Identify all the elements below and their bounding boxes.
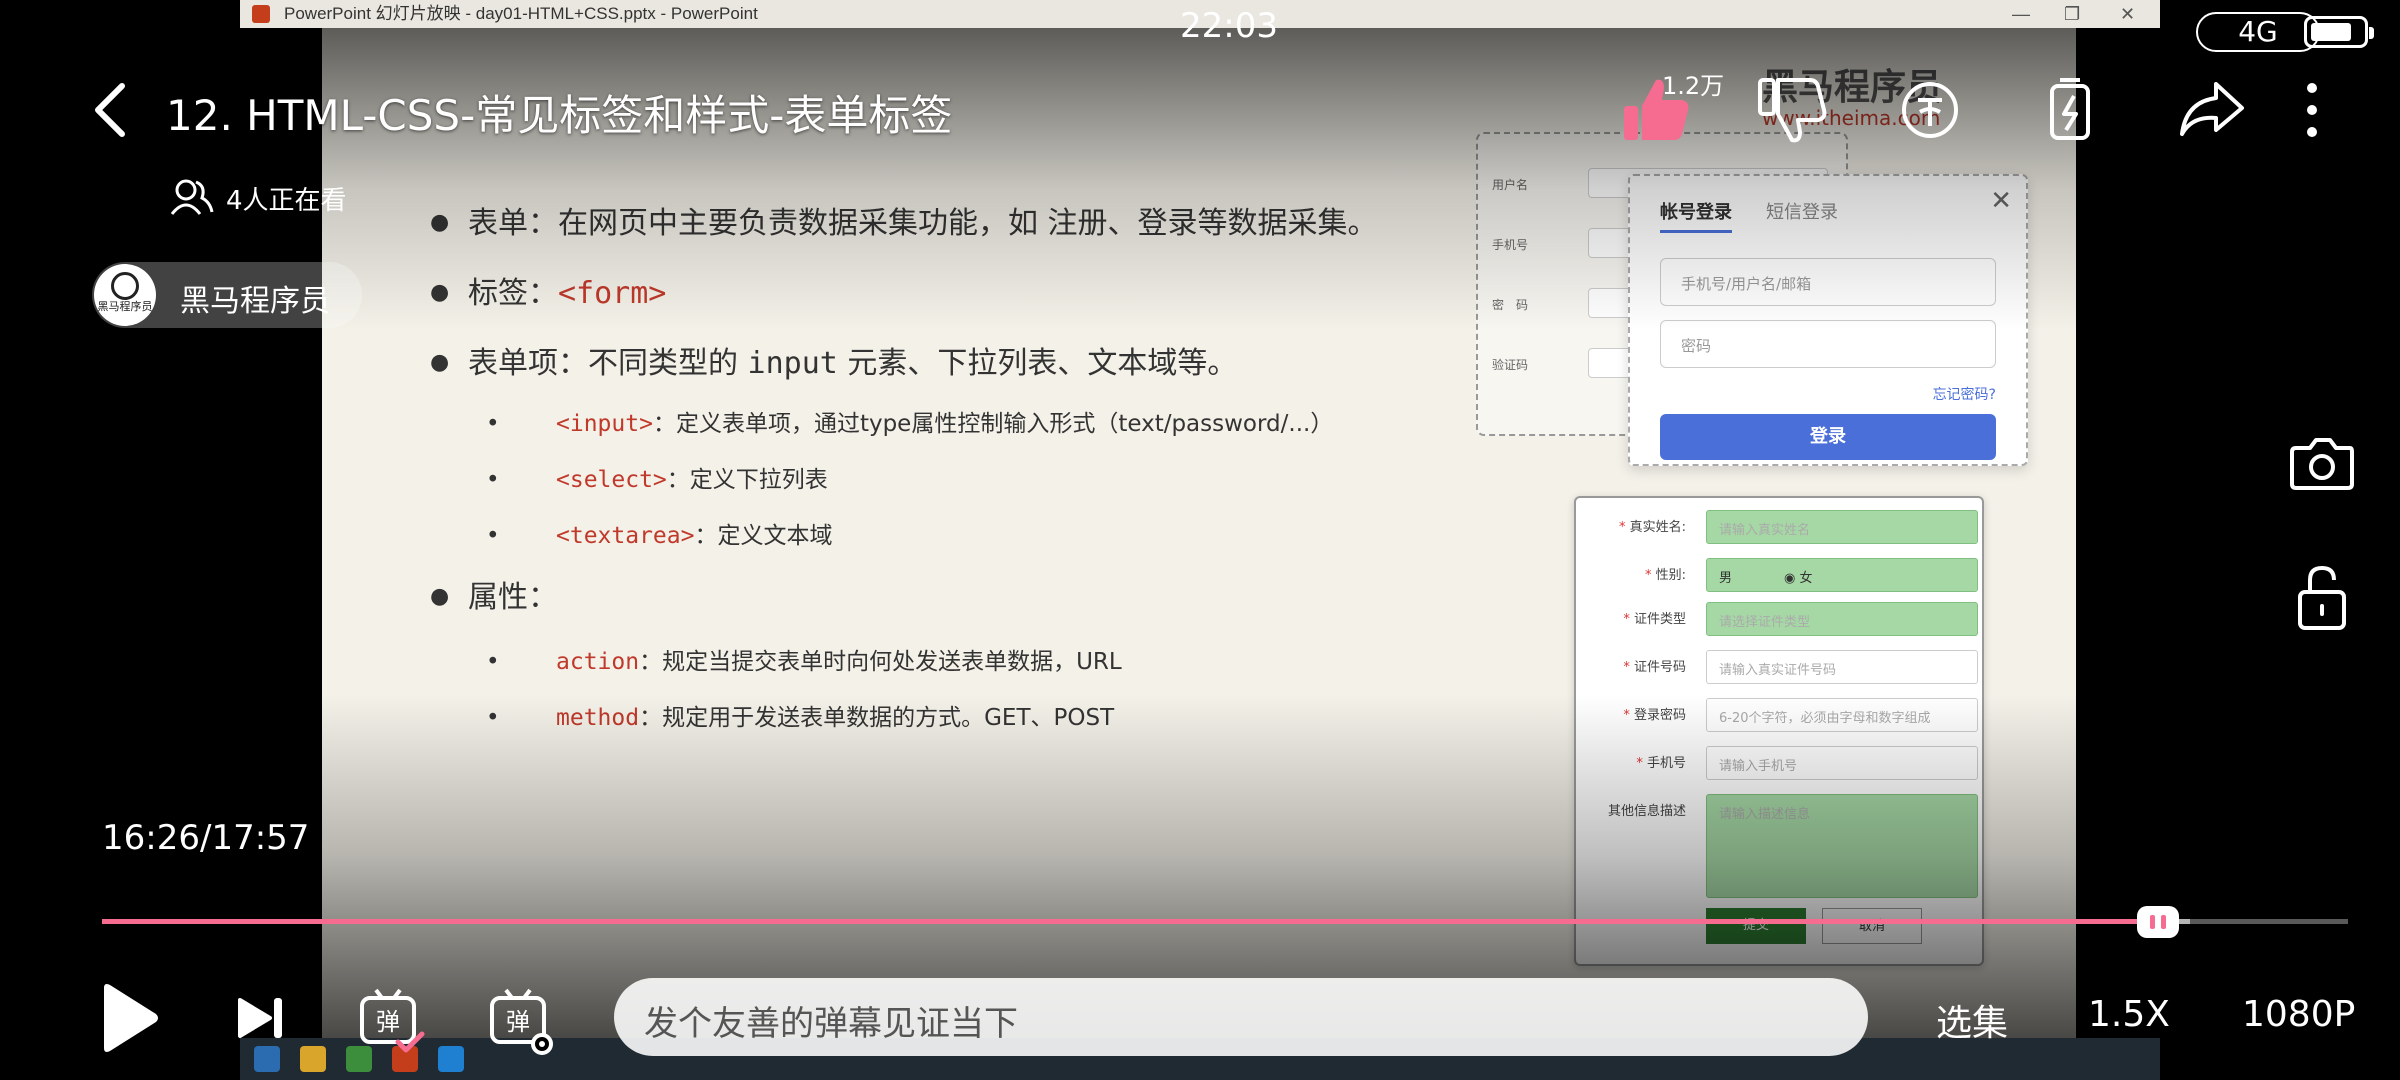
next-icon (238, 998, 282, 1038)
coin-button[interactable] (1892, 72, 1972, 148)
screenshot-button[interactable] (2264, 406, 2380, 522)
form-row: * 证件类型 请选择证件类型 (1576, 598, 1982, 638)
login-button: 登录 (1660, 414, 1996, 460)
form-row: * 手机号 请输入手机号 (1576, 742, 1982, 782)
danmaku-settings-icon: 弹 (490, 988, 553, 1055)
sub-bullet-input: <input>：定义表单项，通过type属性控制输入形式（text/passwo… (486, 404, 1333, 438)
share-button[interactable] (2172, 72, 2252, 148)
dislike-button[interactable] (1752, 72, 1832, 148)
avatar[interactable]: 黑马程序员 (94, 264, 156, 326)
tab-sms-login: 短信登录 (1766, 202, 1838, 223)
close-icon: ✕ (2120, 4, 2136, 24)
share-icon (2180, 82, 2244, 136)
sub-bullet-action: action：规定当提交表单时向何处发送表单数据，URL (486, 642, 1122, 676)
login-form-example: 帐号登录 短信登录 ✕ 手机号/用户名/邮箱 密码 忘记密码? 登录 (1628, 174, 2028, 466)
password-field: 密码 (1660, 320, 1996, 368)
progress-thumb[interactable] (2137, 906, 2180, 938)
battery-icon (2304, 16, 2374, 48)
danmaku-toggle-icon: 弹 (360, 988, 425, 1053)
progress-fill (102, 919, 2159, 924)
network-badge: 4G (2196, 12, 2320, 52)
info-form-example: * 真实姓名: 请输入真实姓名 * 性别: 男 ◉ 女 * 证件类型 请选择证件类型 … (1574, 496, 1984, 966)
danmaku-input[interactable]: 发个友善的弹幕见证当下 (614, 978, 1868, 1056)
sub-bullet-method: method：规定用于发送表单数据的方式。GET、POST (486, 698, 1114, 732)
slide: 黑马程序员 www.itheima.com 表单：在网页中主要负责数据采集功能，… (322, 28, 2076, 1038)
sub-bullet-select: <select>：定义下拉列表 (486, 460, 828, 494)
form-cancel-button: 取消 (1822, 908, 1922, 944)
register-label: 用户名 (1492, 178, 1529, 192)
more-button[interactable] (2292, 72, 2332, 148)
svg-text:弹: 弹 (376, 1008, 400, 1036)
forgot-password-link: 忘记密码? (1932, 387, 1996, 403)
charge-icon (2050, 78, 2090, 140)
video-frame[interactable]: PowerPoint 幻灯片放映 - day01-HTML+CSS.pptx -… (0, 0, 2400, 1080)
play-icon (104, 984, 158, 1052)
screenshot-icon (2290, 438, 2354, 490)
video-title: 12. HTML-CSS-常见标签和样式-表单标签 (166, 91, 953, 140)
username-field: 手机号/用户名/邮箱 (1660, 258, 1996, 306)
lock-icon (2298, 565, 2346, 630)
danmaku-settings-button[interactable]: 弹 (486, 978, 556, 1058)
bullet-attributes: 属性： (430, 572, 558, 616)
uploader-chip[interactable]: 黑马程序员 黑马程序员 (92, 262, 362, 328)
register-label: 密 码 (1492, 298, 1529, 312)
powerpoint-icon (252, 5, 270, 23)
form-row: 其他信息描述 请输入描述信息 (1576, 790, 1982, 900)
dislike-icon (1758, 78, 1827, 143)
progress-bar[interactable] (102, 919, 2348, 924)
speed-button[interactable]: 1.5X (2088, 994, 2170, 1035)
viewer-count-text: 4人正在看 (226, 186, 347, 216)
file-explorer-icon (300, 1046, 326, 1072)
form-row: * 登录密码 6-20个字符，必须由字母和数字组成 (1576, 694, 1982, 734)
danmaku-toggle-button[interactable]: 弹 (356, 978, 426, 1058)
play-button[interactable] (94, 978, 164, 1058)
next-button[interactable] (232, 978, 292, 1058)
minimize-icon: — (2012, 4, 2030, 24)
form-submit-button: 提交 (1706, 908, 1806, 944)
back-arrow-icon[interactable] (84, 78, 140, 142)
close-icon: ✕ (1990, 186, 2012, 216)
powerpoint-window-title: PowerPoint 幻灯片放映 - day01-HTML+CSS.pptx -… (284, 4, 758, 23)
form-row: * 证件号码 请输入真实证件号码 (1576, 646, 1982, 686)
like-count: 1.2万 (1662, 72, 1725, 100)
status-time: 22:03 (1180, 6, 1278, 46)
sub-bullet-textarea: <textarea>：定义文本域 (486, 516, 832, 550)
lock-screen-button[interactable] (2264, 540, 2380, 656)
coin-icon (1902, 82, 1958, 138)
tab-account-login: 帐号登录 (1660, 198, 1732, 233)
quality-button[interactable]: 1080P (2242, 994, 2355, 1035)
uploader-name[interactable]: 黑马程序员 (180, 276, 330, 320)
restore-icon: ❐ (2064, 4, 2081, 24)
bullet-form-items: 表单项：不同类型的 input 元素、下拉列表、文本域等。 (430, 338, 1237, 382)
charge-button[interactable] (2032, 72, 2112, 148)
register-label: 手机号 (1492, 238, 1529, 252)
form-row: * 真实姓名: 请输入真实姓名 (1576, 506, 1982, 546)
time-readout: 16:26/17:57 (102, 818, 310, 858)
more-icon (2307, 83, 2317, 137)
episodes-button[interactable]: 选集 (1936, 994, 2008, 1046)
bullet-form: 表单：在网页中主要负责数据采集功能，如 注册、登录等数据采集。 (430, 198, 1378, 242)
register-label: 验证码 (1492, 358, 1529, 372)
viewers-icon (170, 179, 214, 215)
form-row: * 性别: 男 ◉ 女 (1576, 554, 1982, 594)
svg-text:弹: 弹 (506, 1008, 530, 1036)
bullet-tag: 标签：<form> (430, 268, 666, 312)
vscode-icon (438, 1046, 464, 1072)
